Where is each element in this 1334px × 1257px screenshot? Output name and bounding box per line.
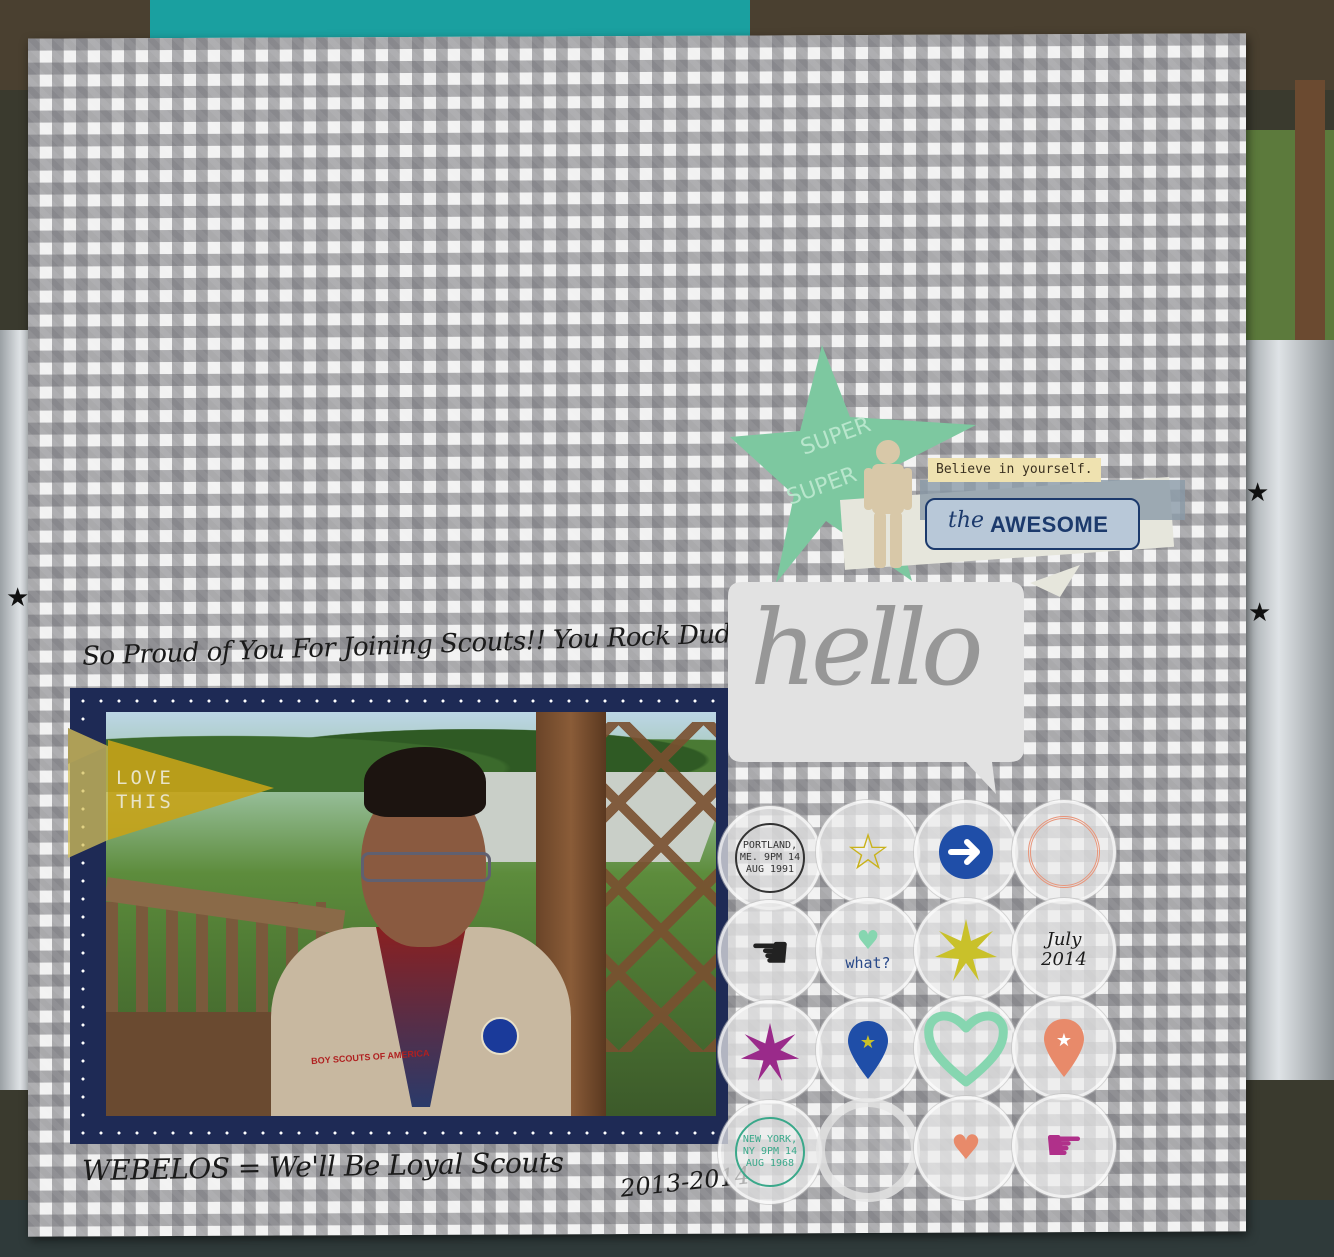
the-awesome-script: the — [948, 508, 985, 533]
boy-hair — [364, 747, 486, 817]
pointing-hand-icon: ☚ — [749, 925, 791, 979]
circle-empty — [816, 1098, 920, 1202]
arrow-right-icon — [939, 825, 993, 879]
pink-postmark-icon — [1028, 816, 1100, 888]
orange-map-pin-icon: ★ — [1044, 1019, 1084, 1077]
doodle-star-icon: ☆ — [845, 823, 891, 881]
photo-lattice — [606, 722, 716, 1052]
star-cutout-icon: ★ — [1248, 598, 1272, 628]
wooden-post — [1295, 80, 1325, 340]
postmark-stamp-icon: NEW YORK, NY 9PM 14 AUG 1968 — [735, 1117, 805, 1187]
glasses — [361, 852, 491, 882]
banner-line-2: THIS — [116, 791, 174, 813]
love-this-label: LOVE THIS — [116, 766, 216, 814]
circle-small-heart: ♥ — [914, 1096, 1018, 1200]
circle-pointing-hand: ☚ — [718, 900, 822, 1004]
circle-arrow — [914, 800, 1018, 904]
magenta-pointing-hand-icon: ☛ — [1044, 1120, 1084, 1171]
circle-mint-heart — [914, 996, 1018, 1100]
believe-in-yourself-label: Believe in yourself. — [928, 458, 1101, 482]
handwritten-date: July 2014 — [1041, 930, 1087, 970]
fleur-de-lis-patch-icon — [481, 1017, 519, 1055]
circle-yellow-burst — [914, 898, 1018, 1002]
circle-orange-pin: ★ — [1012, 996, 1116, 1100]
circle-postmark-portland: PORTLAND, ME. 9PM 14 AUG 1991 — [718, 806, 822, 910]
chipboard-man-icon — [864, 440, 912, 568]
yellow-burst-icon — [935, 919, 997, 981]
circle-star: ☆ — [816, 800, 920, 904]
circle-date: July 2014 — [1012, 898, 1116, 1002]
mint-heart-small-icon: ♥ — [856, 926, 880, 956]
hello-cutout-word: hello — [750, 587, 984, 709]
what-label: what? — [845, 954, 891, 972]
coral-heart-icon: ♥ — [950, 1128, 982, 1168]
circle-what: ♥ what? — [816, 898, 920, 1002]
lantern-right: ★ ★ — [1242, 340, 1334, 1080]
circle-pink-postmark — [1012, 800, 1116, 904]
the-awesome-bold: AWESOME — [990, 512, 1109, 537]
date-line-2: 2014 — [1041, 949, 1087, 970]
circle-magenta-burst — [718, 1000, 822, 1104]
magenta-burst-icon — [740, 1022, 800, 1082]
postmark-stamp-icon: PORTLAND, ME. 9PM 14 AUG 1991 — [735, 823, 805, 893]
svg-text:★: ★ — [860, 1032, 876, 1053]
circle-blue-pin: ★ — [816, 998, 920, 1102]
star-cutout-icon: ★ — [6, 583, 30, 613]
blue-map-pin-icon: ★ — [848, 1021, 888, 1079]
svg-text:★: ★ — [1056, 1030, 1072, 1051]
star-cutout-icon: ★ — [1246, 478, 1270, 508]
banner-line-1: LOVE — [116, 767, 174, 789]
date-line-1: July — [1046, 929, 1082, 950]
circle-magenta-hand: ☛ — [1012, 1094, 1116, 1198]
circle-postmark-newyork: NEW YORK, NY 9PM 14 AUG 1968 — [718, 1100, 822, 1204]
mint-heart-outline-icon — [924, 1011, 1008, 1087]
